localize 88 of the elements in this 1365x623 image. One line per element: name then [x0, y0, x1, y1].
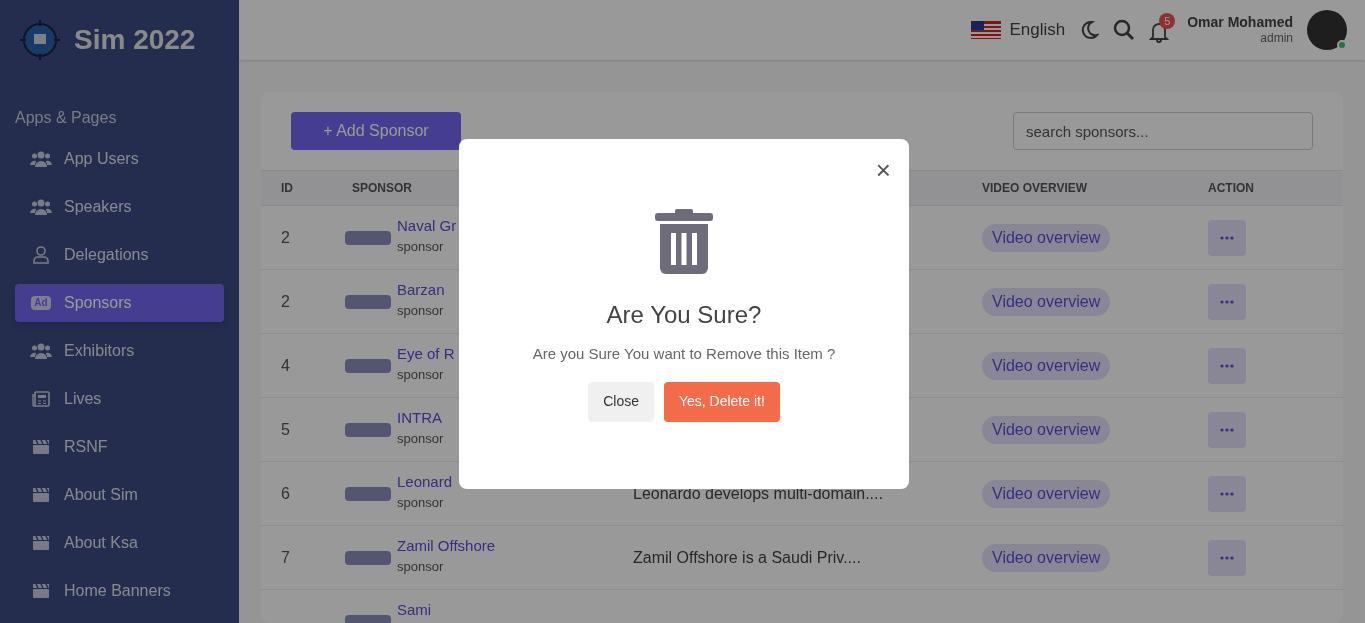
more-icon — [1220, 555, 1234, 560]
table-cell: 5 — [281, 420, 290, 438]
sidebar-item[interactable]: About Sim — [15, 476, 224, 514]
column-header: VIDEO OVERVIEW — [982, 181, 1088, 195]
sponsor-type: sponsor — [397, 367, 445, 384]
trash-icon — [655, 209, 713, 275]
sidebar-item[interactable]: Exhibitors — [15, 332, 224, 370]
more-actions-button[interactable] — [1208, 347, 1246, 384]
sidebar-item[interactable]: Speakers — [15, 188, 224, 226]
close-button[interactable]: × — [875, 157, 891, 183]
video-overview-link[interactable]: Video overview — [982, 223, 1111, 252]
sponsor-logo — [345, 294, 391, 309]
sidebar-item[interactable]: Lives — [15, 380, 224, 418]
sponsor-name-link[interactable]: Leonard — [397, 472, 453, 492]
sponsor-logo — [345, 230, 391, 245]
dialog-message: Are you Sure You want to Remove this Item ? — [532, 344, 836, 364]
more-icon — [1220, 235, 1234, 240]
more-actions-button[interactable] — [1208, 475, 1246, 512]
sponsor-name-link[interactable]: Eye of R — [397, 344, 455, 364]
table-cell: 2 — [281, 228, 290, 246]
more-icon — [1220, 427, 1234, 432]
table-cell: 4 — [281, 356, 290, 374]
users-icon — [30, 199, 52, 215]
sponsor-type: sponsor — [397, 239, 445, 256]
clapperboard-icon — [32, 583, 50, 599]
clapperboard-icon — [32, 487, 50, 503]
table-cell: 7 — [281, 548, 290, 566]
flag-icon — [971, 21, 1002, 39]
more-icon — [1220, 491, 1234, 496]
more-actions-button[interactable] — [1208, 219, 1246, 256]
sponsor-name-link[interactable]: Zamil Offshore — [397, 536, 496, 556]
column-header: ACTION — [1208, 181, 1254, 195]
sponsor-type: sponsor — [397, 495, 445, 512]
table-cell: 2 — [281, 292, 290, 310]
language-selector[interactable]: English — [971, 17, 1066, 43]
user-name: Omar Mohamed — [1187, 13, 1293, 32]
user-role: admin — [1260, 31, 1293, 47]
video-overview-link[interactable]: Video overview — [982, 479, 1111, 508]
sponsor-logo — [345, 422, 391, 437]
newspaper-icon — [32, 391, 50, 407]
sponsor-name-link[interactable]: Sami — [397, 600, 432, 620]
sponsor-type: sponsor — [397, 303, 445, 320]
ad-icon: Ad — [31, 296, 51, 310]
avatar[interactable] — [1307, 10, 1347, 50]
add-sponsor-button[interactable]: + Add Sponsor — [291, 112, 461, 150]
more-actions-button[interactable] — [1208, 539, 1246, 576]
users-icon — [30, 151, 52, 167]
table-cell: Zamil Offshore is a Saudi Priv.... — [633, 548, 861, 566]
sidebar-item[interactable]: Ad Sponsors — [15, 284, 224, 322]
video-overview-link[interactable]: Video overview — [982, 415, 1111, 444]
sidebar-item[interactable]: RSNF — [15, 428, 224, 466]
user-icon — [32, 246, 50, 264]
sponsor-logo — [345, 550, 391, 565]
close-button[interactable]: Close — [588, 381, 654, 422]
users-icon — [30, 343, 52, 359]
search-icon[interactable] — [1113, 19, 1136, 41]
sponsor-type: sponsor — [397, 559, 445, 576]
notification-count: 5 — [1159, 13, 1176, 29]
more-icon — [1220, 299, 1234, 304]
video-overview-link[interactable]: Video overview — [982, 543, 1111, 572]
sidebar-item[interactable]: About Ksa — [15, 524, 224, 562]
table-cell: Leonardo develops multi-domain.... — [633, 484, 883, 502]
delete-button[interactable]: Yes, Delete it! — [663, 381, 780, 422]
table-cell: 6 — [281, 484, 290, 502]
dialog-title: Are You Sure? — [606, 300, 762, 330]
search-field[interactable]: search sponsors... — [1013, 112, 1313, 150]
more-icon — [1220, 363, 1234, 368]
clapperboard-icon — [32, 535, 50, 551]
sponsor-name-link[interactable]: Naval Gr — [397, 216, 457, 236]
moon-icon[interactable] — [1079, 20, 1100, 40]
video-overview-link[interactable]: Video overview — [982, 351, 1111, 380]
sponsor-name-link[interactable]: Barzan — [397, 280, 445, 300]
more-actions-button[interactable] — [1208, 411, 1246, 448]
sponsor-logo — [345, 358, 391, 373]
sponsor-name-link[interactable]: INTRA — [397, 408, 444, 428]
sidebar-item[interactable]: Home Banners — [15, 572, 224, 610]
logo-icon — [18, 18, 62, 62]
column-header: SPONSOR — [352, 181, 412, 195]
column-header: ID — [281, 181, 293, 195]
sidebar-section-title: Apps & Pages — [14, 108, 118, 128]
clapperboard-icon — [32, 439, 50, 455]
brand-title: Sim 2022 — [74, 23, 196, 57]
sponsor-type: sponsor — [397, 431, 444, 448]
sidebar-item[interactable]: App Users — [15, 140, 224, 178]
video-overview-link[interactable]: Video overview — [982, 287, 1111, 316]
sidebar-item[interactable]: Delegations — [15, 236, 224, 274]
sponsor-logo — [345, 486, 391, 501]
more-actions-button[interactable] — [1208, 283, 1246, 320]
